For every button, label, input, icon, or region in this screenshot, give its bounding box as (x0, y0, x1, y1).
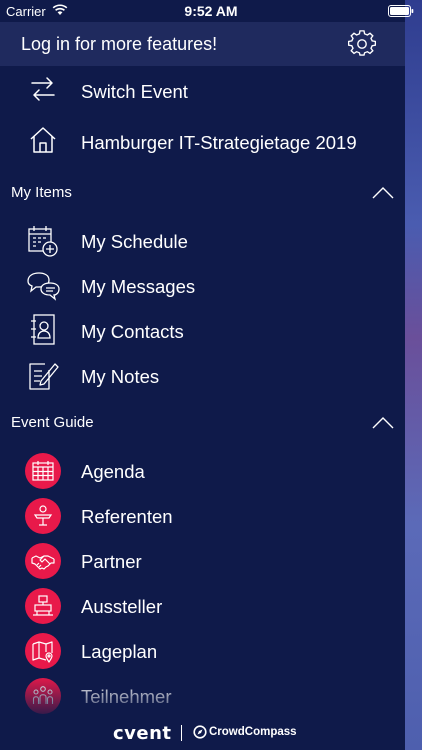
battery-icon (388, 5, 414, 17)
referenten-icon-badge (25, 498, 61, 534)
crowdcompass-logo-icon (193, 725, 207, 739)
login-header[interactable]: Log in for more features! (0, 22, 405, 66)
cvent-logo: cvent (113, 723, 172, 744)
menu-item-label: Teilnehmer (81, 686, 172, 707)
home-icon (30, 127, 56, 153)
teilnehmer-icon-badge (25, 678, 61, 714)
navigation-drawer: Log in for more features! Switch Event H… (0, 0, 405, 750)
calendar-add-icon (28, 226, 58, 257)
status-bar: Carrier 9:52 AM (0, 0, 422, 22)
partner-icon-badge (25, 543, 61, 579)
exhibitor-booth-icon (33, 595, 53, 616)
menu-item-label: Referenten (81, 506, 173, 527)
gear-icon[interactable] (348, 30, 376, 58)
crowdcompass-logo: CrowdCompass (209, 726, 297, 738)
clock: 9:52 AM (184, 3, 238, 19)
footer-divider (181, 725, 182, 741)
menu-item-label: Partner (81, 551, 142, 572)
map-pin-icon (32, 641, 53, 663)
chevron-up-icon[interactable] (372, 186, 394, 200)
menu-item-agenda[interactable]: Agenda (0, 449, 405, 493)
section-header-event-guide[interactable]: Event Guide (0, 408, 405, 438)
menu-item-label: Agenda (81, 461, 145, 482)
contact-book-icon (31, 314, 55, 345)
menu-item-lageplan[interactable]: Lageplan (0, 629, 405, 673)
menu-item-my-notes[interactable]: My Notes (0, 354, 405, 398)
app-screen: Log in for more features! Switch Event H… (0, 0, 422, 750)
section-header-my-items[interactable]: My Items (0, 178, 405, 208)
menu-item-teilnehmer[interactable]: Teilnehmer (0, 674, 405, 718)
agenda-icon-badge (25, 453, 61, 489)
handshake-icon (31, 555, 55, 570)
menu-item-label: Switch Event (81, 81, 188, 102)
menu-item-label: My Schedule (81, 231, 188, 252)
people-group-icon (32, 686, 54, 704)
note-pencil-icon (29, 363, 59, 390)
menu-item-referenten[interactable]: Referenten (0, 494, 405, 538)
menu-item-label: My Notes (81, 366, 160, 387)
menu-item-my-schedule[interactable]: My Schedule (0, 219, 405, 263)
menu-item-switch-event[interactable]: Switch Event (0, 69, 405, 113)
aussteller-icon-badge (25, 588, 61, 624)
main-content-peek[interactable] (405, 0, 422, 750)
menu-item-label: Lageplan (81, 641, 158, 662)
footer-branding: cvent CrowdCompass (0, 716, 405, 750)
menu-item-my-contacts[interactable]: My Contacts (0, 309, 405, 353)
menu-item-current-event[interactable]: Hamburger IT-Strategietage 2019 (0, 120, 405, 164)
lageplan-icon-badge (25, 633, 61, 669)
chevron-up-icon[interactable] (372, 416, 394, 430)
menu-item-partner[interactable]: Partner (0, 539, 405, 583)
section-title: My Items (11, 184, 72, 201)
chat-bubbles-icon (27, 272, 60, 301)
switch-arrows-icon (31, 77, 55, 101)
speaker-podium-icon (33, 505, 53, 526)
login-prompt[interactable]: Log in for more features! (21, 34, 217, 55)
menu-item-label: My Contacts (81, 321, 184, 342)
menu-item-label: Aussteller (81, 596, 163, 617)
menu-item-label: My Messages (81, 276, 196, 297)
menu-item-my-messages[interactable]: My Messages (0, 264, 405, 308)
calendar-grid-icon (32, 461, 54, 481)
section-title: Event Guide (11, 414, 94, 431)
menu-item-aussteller[interactable]: Aussteller (0, 584, 405, 628)
menu-item-label: Hamburger IT-Strategietage 2019 (81, 132, 357, 153)
